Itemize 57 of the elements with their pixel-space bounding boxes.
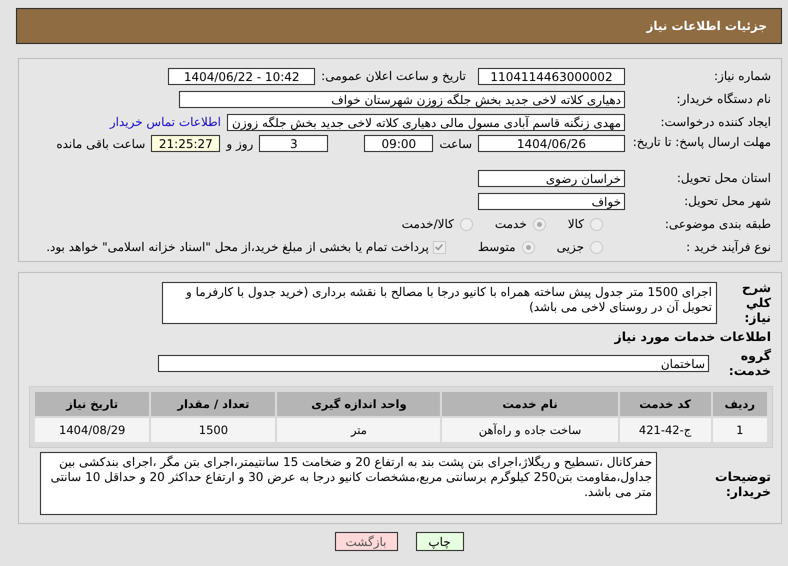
city-field: خواف	[478, 192, 625, 210]
radio-button[interactable]	[590, 218, 603, 230]
field-label: استان محل تحویل:	[676, 171, 772, 185]
radio-button[interactable]	[522, 240, 535, 254]
column-header: نام خدمت	[442, 392, 618, 416]
table-cell: متر	[277, 418, 440, 442]
radio-button[interactable]	[532, 218, 546, 230]
province-field: خراسان رضوی	[478, 170, 625, 186]
field-label: مهلت ارسال پاسخ: تا تاریخ:	[632, 135, 772, 149]
announce-date-field: 1404/06/22 - 10:42	[168, 68, 316, 84]
description-label: شرح کلي نياز:	[740, 280, 772, 325]
deadline-date-field: 1404/06/26	[478, 135, 625, 152]
column-header: تاریخ نیاز	[35, 392, 150, 416]
radio-label: متوسط	[478, 240, 516, 254]
field-label: نام دستگاه خریدار:	[676, 92, 772, 106]
remaining-time-field: 21:25:27	[151, 135, 220, 152]
description-field: اجرای 1500 متر جدول پیش ساخته همراه با کانیو درجا با مصالح با نقشه برداری (خرید جدول با کارفرما و تحویل آن در روستای لاخی می باشد)	[162, 282, 717, 324]
deadline-time-field: 09:00	[364, 135, 434, 152]
table-cell: 1404/08/29	[35, 418, 150, 442]
table-cell: ساخت جاده و راه‌آهن	[442, 418, 618, 442]
field-label: طبقه بندی موضوعی:	[664, 217, 772, 231]
radio-label: جزیی	[556, 240, 584, 254]
column-header: ردیف	[712, 392, 767, 416]
page-title: جزئیات اطلاعات نیاز	[646, 19, 767, 33]
contact-link[interactable]: اطلاعات تماس خریدار	[110, 115, 221, 129]
checkbox[interactable]	[432, 240, 446, 254]
table-cell: 1	[712, 418, 767, 442]
service-group-label: گروه خدمت:	[728, 348, 772, 378]
back-button[interactable]: بازگشت	[334, 532, 398, 551]
field-label: شماره نیاز:	[713, 69, 772, 83]
requester-field: مهدی زنگنه قاسم آبادی مسول مالی دهیاری کلاته لاخی جدید بخش جلگه زوزن	[227, 114, 625, 130]
time-label: ساعت	[439, 136, 472, 150]
radio-label: خدمت	[494, 217, 527, 231]
buyer-notes-label: توضیحات خریدار:	[714, 468, 772, 498]
radio-label: کالا/خدمت	[402, 217, 454, 231]
service-group-field: ساختمان	[158, 354, 709, 372]
need-number-field: 1104114463000002	[478, 68, 625, 84]
radio-button[interactable]	[460, 218, 473, 230]
field-label: شهر محل تحویل:	[683, 194, 772, 208]
buyer-notes-field: حفرکانال ،تسطیح و ریگلاژ،اجرای بتن پشت بند به ارتفاع 20 و ضخامت 15 سانتیمتر،اجرای بتن مگر ،اجرای بندکشی بین جداول،مقاومت بتن250 کیلوگرم برسانتی مربع،مشخصات کانیو درجا به عرض 30 و ارتفاع حداکثر 20 و حداقل 10 سانتی متر می باشد.	[40, 452, 657, 515]
field-label: تاریخ و ساعت اعلان عمومی:	[321, 69, 466, 83]
payment-note: پرداخت تمام یا بخشی از مبلغ خرید،از محل "اسناد خزانه اسلامی" خواهد بود.	[46, 240, 429, 254]
radio-button[interactable]	[590, 240, 603, 254]
print-button[interactable]: چاپ	[416, 532, 464, 551]
field-label: ایجاد کننده درخواست:	[659, 115, 772, 129]
days-label: روز و	[226, 136, 254, 150]
days-field: 3	[259, 135, 328, 152]
table-cell: ج-42-421	[620, 418, 711, 442]
field-label: نوع فرآیند خرید :	[685, 240, 772, 254]
radio-label: کالا	[568, 217, 584, 231]
buyer-org-field: دهیاری کلاته لاخی جدید بخش جلگه زوزن شهرستان خواف	[179, 90, 625, 108]
remaining-label: ساعت باقی مانده	[56, 136, 146, 150]
section-title: اطلاعات خدمات مورد نیاز	[613, 329, 772, 344]
table-cell: 1500	[151, 418, 276, 442]
column-header: واحد اندازه گیری	[277, 392, 440, 416]
column-header: تعداد / مقدار	[151, 392, 276, 416]
column-header: کد خدمت	[620, 392, 711, 416]
